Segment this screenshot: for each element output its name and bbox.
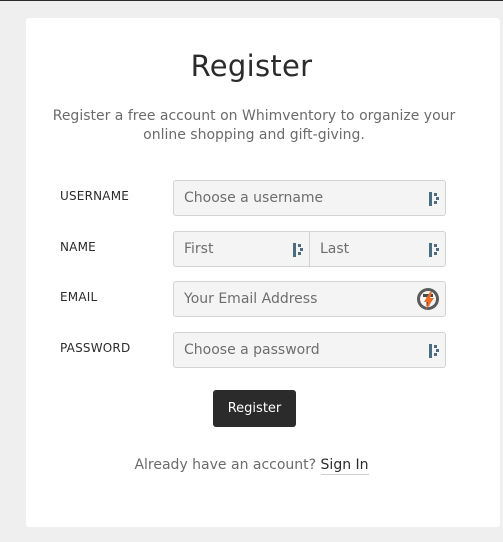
password-manager-icon[interactable]	[429, 243, 440, 257]
top-border	[0, 0, 503, 1]
first-name-input[interactable]	[174, 232, 309, 266]
password-manager-icon[interactable]	[293, 243, 304, 257]
last-name-field	[309, 231, 446, 267]
page-title: Register	[190, 49, 313, 83]
username-label: USERNAME	[60, 189, 130, 203]
password-manager-icon[interactable]	[429, 344, 440, 358]
register-button[interactable]: Register	[213, 390, 296, 427]
email-label: EMAIL	[60, 290, 98, 304]
email-field	[173, 281, 446, 317]
email-input[interactable]	[174, 282, 445, 316]
register-card	[26, 18, 500, 527]
first-name-field	[173, 231, 310, 267]
page-subtitle: Register a free account on Whimventory t…	[52, 108, 456, 143]
password-input[interactable]	[174, 333, 445, 367]
last-name-input[interactable]	[310, 232, 445, 266]
signin-prompt-text: Already have an account?	[134, 457, 317, 473]
extension-icon[interactable]	[415, 286, 441, 312]
signin-prompt: Already have an account? Sign In	[0, 457, 503, 475]
username-input[interactable]	[174, 181, 445, 215]
password-label: PASSWORD	[60, 341, 131, 355]
password-field	[173, 332, 446, 368]
password-manager-icon[interactable]	[429, 192, 440, 206]
name-label: NAME	[60, 240, 96, 254]
sign-in-link[interactable]: Sign In	[320, 457, 369, 475]
username-field	[173, 180, 446, 216]
